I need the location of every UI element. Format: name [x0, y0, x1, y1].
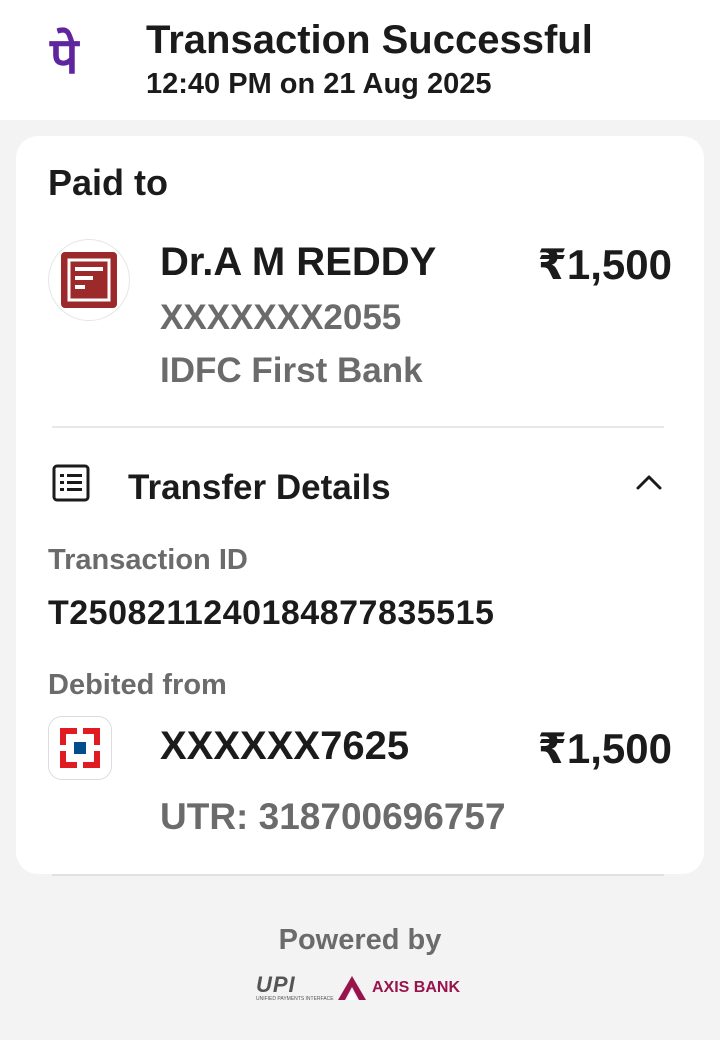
debit-account-number: XXXXXX7625 — [160, 724, 410, 768]
payee-bank-name: IDFC First Bank — [160, 351, 423, 390]
paid-to-label: Paid to — [48, 162, 169, 203]
transaction-card: Paid to Dr.A M REDDY ₹1,500 XXXXXXX2055 … — [16, 136, 704, 874]
page-title: Transaction Successful — [146, 18, 593, 62]
footer-logos: UPI UNIFIED PAYMENTS INTERFACE AXIS BANK — [256, 970, 466, 1006]
transaction-timestamp: 12:40 PM on 21 Aug 2025 — [146, 68, 492, 100]
card-bottom-divider — [52, 874, 664, 876]
phonepe-logo-icon: पे — [50, 27, 79, 85]
powered-by-label: Powered by — [278, 924, 442, 956]
upi-logo-text: UPI — [256, 972, 296, 997]
transfer-details-title[interactable]: Transfer Details — [128, 468, 391, 508]
receipt-list-icon — [52, 464, 90, 502]
payee-amount: ₹1,500 — [537, 241, 672, 288]
header-bar: पे Transaction Successful 12:40 PM on 21… — [0, 0, 720, 120]
transaction-id-label: Transaction ID — [48, 544, 248, 576]
payee-bank-icon — [48, 239, 130, 321]
chevron-up-icon[interactable] — [634, 470, 664, 494]
payee-name: Dr.A M REDDY — [160, 240, 437, 284]
section-divider — [52, 426, 664, 428]
debit-amount: ₹1,500 — [537, 725, 672, 772]
transaction-id-value[interactable]: T2508211240184877835515 — [48, 594, 494, 633]
axis-bank-text: AXIS BANK — [372, 979, 461, 996]
upi-logo-subtext: UNIFIED PAYMENTS INTERFACE — [256, 996, 334, 1002]
upi-logo-icon: UPI UNIFIED PAYMENTS INTERFACE — [256, 972, 334, 1003]
axis-bank-logo-icon: AXIS BANK — [336, 974, 460, 1002]
payee-account-number: XXXXXXX2055 — [160, 298, 402, 337]
hdfc-bank-icon — [48, 716, 112, 780]
utr-number[interactable]: UTR: 318700696757 — [160, 796, 506, 838]
debited-from-label: Debited from — [48, 669, 227, 701]
